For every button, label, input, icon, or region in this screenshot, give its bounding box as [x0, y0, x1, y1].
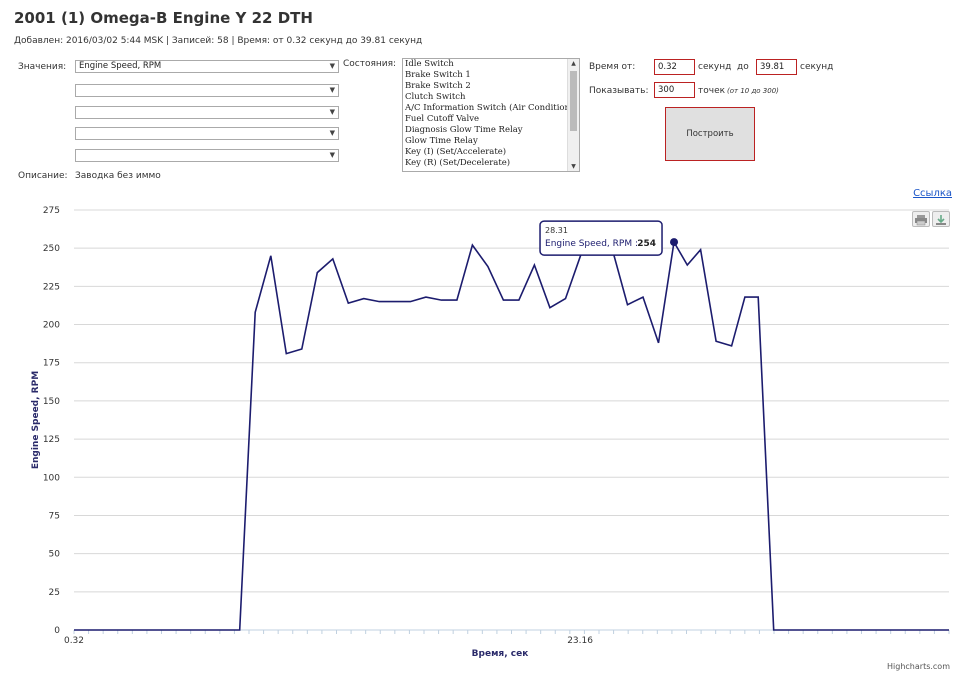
- value-select-5[interactable]: ▼: [75, 149, 339, 162]
- y-tick-label: 125: [43, 435, 60, 445]
- state-option[interactable]: Brake Switch 1: [403, 70, 579, 81]
- x-tick-label: 0.32: [64, 636, 84, 646]
- time-to-input[interactable]: 39.81: [756, 59, 797, 75]
- values-label: Значения:: [18, 62, 67, 72]
- y-tick-label: 25: [49, 588, 60, 598]
- share-link[interactable]: Ссылка: [913, 188, 952, 199]
- y-tick-label: 250: [43, 244, 60, 254]
- description-label: Описание:: [18, 171, 68, 181]
- seconds-label: секунд: [800, 62, 834, 72]
- state-option[interactable]: Key (R) (Set/Decelerate): [403, 158, 579, 169]
- value-select-1[interactable]: Engine Speed, RPM ▼: [75, 60, 339, 73]
- state-option[interactable]: Key (I) (Set/Accelerate): [403, 147, 579, 158]
- credits[interactable]: Highcharts.com: [887, 662, 950, 671]
- tooltip: 28.31 Engine Speed, RPM :254: [539, 220, 679, 256]
- states-listbox[interactable]: Idle Switch Brake Switch 1 Brake Switch …: [402, 58, 580, 172]
- state-option[interactable]: Brake Switch 2: [403, 81, 579, 92]
- tooltip-x: 28.31: [545, 226, 568, 235]
- points-input[interactable]: 300: [654, 82, 695, 98]
- scrollbar-thumb[interactable]: [570, 71, 577, 131]
- time-from-input[interactable]: 0.32: [654, 59, 695, 75]
- y-tick-label: 175: [43, 359, 60, 369]
- state-option[interactable]: Diagnosis Glow Time Relay: [403, 125, 579, 136]
- x-tick-label: 23.16: [567, 636, 593, 646]
- value-select-text: Engine Speed, RPM: [79, 61, 162, 71]
- value-select-4[interactable]: ▼: [75, 127, 339, 140]
- y-tick-label: 50: [49, 550, 61, 560]
- points-label: точек: [698, 86, 726, 96]
- record-meta: Добавлен: 2016/03/02 5:44 MSK | Записей:…: [14, 36, 423, 46]
- time-from-label: Время от:: [589, 62, 636, 72]
- build-button[interactable]: Построить: [665, 107, 755, 161]
- points-hint: (от 10 до 300): [727, 87, 779, 95]
- x-axis: 0.32 23.16: [64, 629, 950, 646]
- hover-point[interactable]: [670, 238, 679, 247]
- value-select-3[interactable]: ▼: [75, 106, 339, 119]
- scroll-down-icon[interactable]: ▼: [569, 163, 578, 170]
- y-tick-label: 100: [43, 473, 60, 483]
- states-label: Состояния:: [343, 59, 397, 69]
- chevron-down-icon: ▼: [329, 62, 335, 70]
- y-tick-label: 200: [43, 321, 60, 331]
- series-line: [74, 239, 949, 631]
- x-axis-title: Время, сек: [472, 649, 529, 659]
- to-label: до: [737, 62, 749, 72]
- y-tick-label: 0: [54, 626, 60, 636]
- grid: [74, 209, 949, 631]
- state-option[interactable]: Glow Time Relay: [403, 136, 579, 147]
- y-tick-label: 150: [43, 397, 60, 407]
- y-axis-ticks: 0 25 50 75 100 125 150 175 200 225 250 275: [43, 206, 60, 636]
- state-option[interactable]: Clutch Switch: [403, 92, 579, 103]
- page-title: 2001 (1) Omega-B Engine Y 22 DTH: [14, 9, 313, 27]
- state-option[interactable]: A/C Information Switch (Air Conditioning…: [403, 103, 579, 114]
- y-tick-label: 75: [49, 511, 60, 521]
- tooltip-series: Engine Speed, RPM :: [545, 239, 638, 249]
- value-select-2[interactable]: ▼: [75, 84, 339, 97]
- engine-speed-chart: 0 25 50 75 100 125 150 175 200 225 250 275 0.32 23.1…: [31, 206, 950, 659]
- scroll-up-icon[interactable]: ▲: [569, 60, 578, 67]
- y-axis-title: Engine Speed, RPM: [31, 371, 41, 469]
- tooltip-value: 254: [637, 239, 656, 249]
- chevron-down-icon: ▼: [329, 86, 335, 94]
- description-text: Заводка без иммо: [75, 171, 161, 181]
- chevron-down-icon: ▼: [329, 129, 335, 137]
- seconds-label: секунд: [698, 62, 732, 72]
- y-tick-label: 275: [43, 206, 60, 216]
- y-tick-label: 225: [43, 282, 60, 292]
- state-option[interactable]: Fuel Cutoff Valve: [403, 114, 579, 125]
- chevron-down-icon: ▼: [329, 151, 335, 159]
- chevron-down-icon: ▼: [329, 108, 335, 116]
- states-scrollbar[interactable]: ▲ ▼: [567, 59, 579, 171]
- state-option[interactable]: Idle Switch: [403, 59, 579, 70]
- show-label: Показывать:: [589, 86, 649, 96]
